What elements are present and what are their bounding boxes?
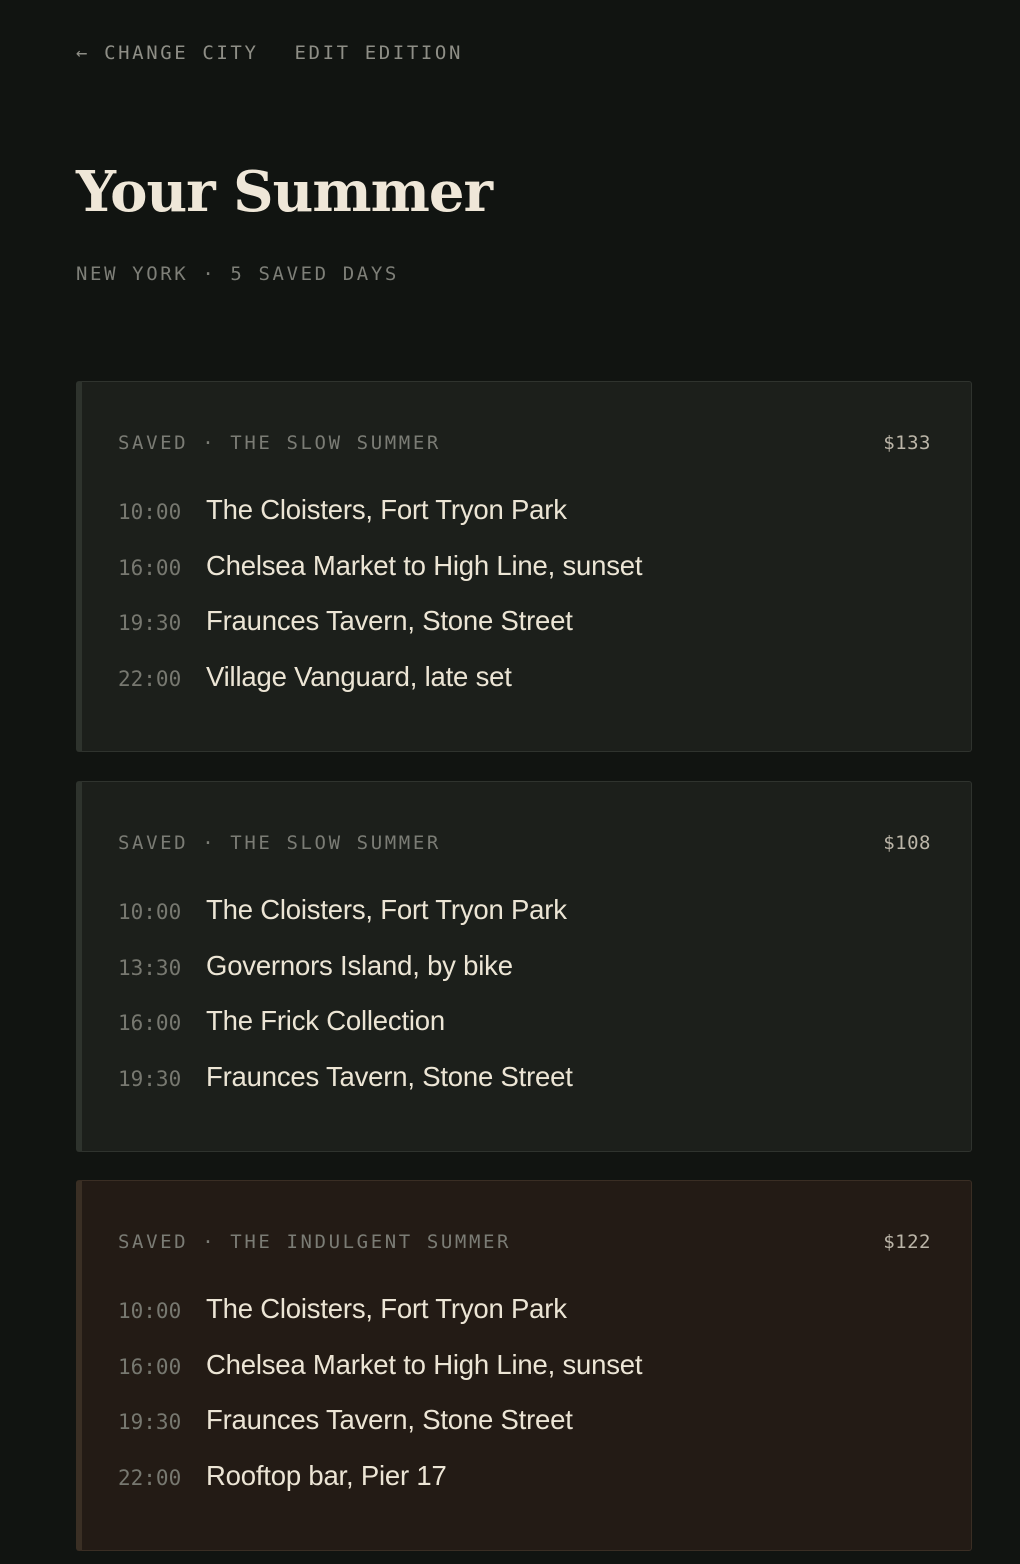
stop-name: The Cloisters, Fort Tryon Park [206,894,567,925]
stop-name: Chelsea Market to High Line, sunset [206,549,643,581]
page-title: Your Summer [76,159,493,225]
saved-day-card[interactable]: SAVED · THE SLOW SUMMER $108 10:00 The C… [76,781,972,1152]
stop-list: 10:00 The Cloisters, Fort Tryon Park 16:… [118,494,642,716]
stop-item: 16:00 The Frick Collection [118,1005,573,1061]
stop-item: 10:00 The Cloisters, Fort Tryon Park [118,894,573,950]
stop-item: 22:00 Village Vanguard, late set [118,661,642,717]
card-label: SAVED · THE SLOW SUMMER [118,432,441,454]
stop-item: 13:30 Governors Island, by bike [118,950,573,1006]
card-price: $108 [883,832,931,854]
edit-edition-link[interactable]: EDIT EDITION [295,42,463,64]
card-price: $122 [883,1231,931,1253]
stop-time: 10:00 [118,900,182,924]
card-header: SAVED · THE INDULGENT SUMMER $122 [118,1231,931,1253]
stop-name: Village Vanguard, late set [206,660,512,692]
stop-item: 16:00 Chelsea Market to High Line, sunse… [118,1349,642,1405]
change-city-link[interactable]: ← CHANGE CITY [76,42,259,64]
card-label: SAVED · THE INDULGENT SUMMER [118,1231,512,1253]
stop-name: The Frick Collection [206,1005,445,1036]
stop-item: 22:00 Rooftop bar, Pier 17 [118,1460,642,1516]
card-header: SAVED · THE SLOW SUMMER $108 [118,832,931,854]
top-nav: ← CHANGE CITY EDIT EDITION [76,42,463,64]
stop-name: The Cloisters, Fort Tryon Park [206,1293,567,1324]
stop-list: 10:00 The Cloisters, Fort Tryon Park 13:… [118,894,573,1116]
stop-name: Governors Island, by bike [206,949,513,981]
stop-item: 19:30 Fraunces Tavern, Stone Street [118,605,642,661]
stop-time: 13:30 [118,955,182,980]
stop-item: 10:00 The Cloisters, Fort Tryon Park [118,1293,642,1349]
card-header: SAVED · THE SLOW SUMMER $133 [118,432,931,454]
stop-name: Fraunces Tavern, Stone Street [206,1404,573,1435]
saved-day-card[interactable]: SAVED · THE INDULGENT SUMMER $122 10:00 … [76,1180,972,1551]
stop-time: 16:00 [118,1011,182,1035]
stop-list: 10:00 The Cloisters, Fort Tryon Park 16:… [118,1293,642,1515]
stop-item: 19:30 Fraunces Tavern, Stone Street [118,1404,642,1460]
page-subtitle: NEW YORK · 5 SAVED DAYS [76,263,399,285]
stop-time: 22:00 [118,1465,182,1490]
stop-item: 16:00 Chelsea Market to High Line, sunse… [118,550,642,606]
stop-name: Rooftop bar, Pier 17 [206,1459,447,1491]
stop-time: 19:30 [118,1066,182,1091]
stop-time: 19:30 [118,1410,182,1434]
card-label: SAVED · THE SLOW SUMMER [118,832,441,854]
stop-name: Fraunces Tavern, Stone Street [206,605,573,636]
stop-name: Fraunces Tavern, Stone Street [206,1060,573,1092]
stop-item: 10:00 The Cloisters, Fort Tryon Park [118,494,642,550]
stop-time: 22:00 [118,666,182,691]
stop-time: 16:00 [118,555,182,580]
stop-name: The Cloisters, Fort Tryon Park [206,494,567,525]
stop-time: 10:00 [118,500,182,524]
stop-time: 10:00 [118,1299,182,1323]
card-price: $133 [883,432,931,454]
stop-time: 19:30 [118,611,182,635]
stop-item: 19:30 Fraunces Tavern, Stone Street [118,1061,573,1117]
saved-day-card[interactable]: SAVED · THE SLOW SUMMER $133 10:00 The C… [76,381,972,752]
stop-time: 16:00 [118,1354,182,1379]
stop-name: Chelsea Market to High Line, sunset [206,1348,643,1380]
